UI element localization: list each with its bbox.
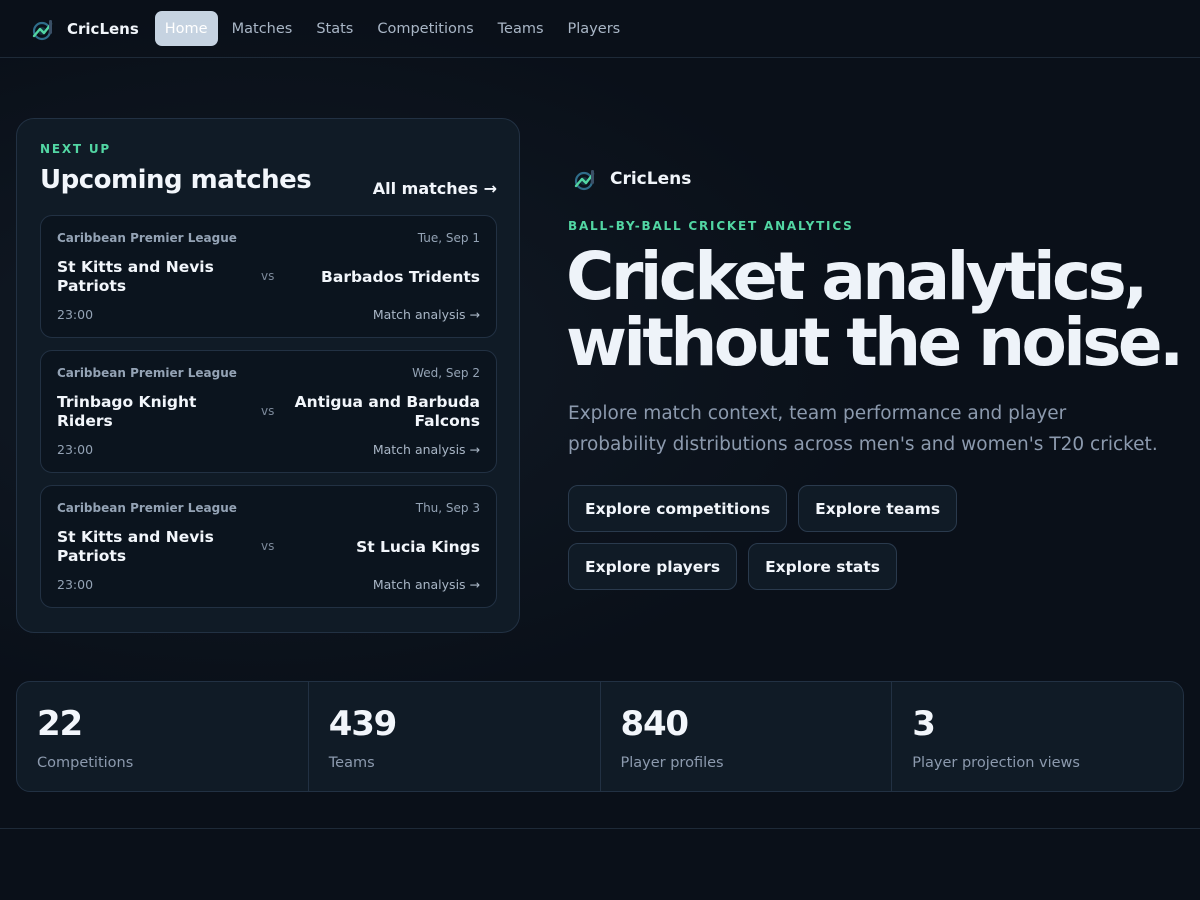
stat-value: 3: [912, 704, 936, 744]
hero-actions: Explore competitions Explore teams Explo…: [568, 485, 1128, 590]
stat-competitions: 22 Competitions: [17, 682, 309, 791]
match-home-team: Trinbago Knight Riders: [57, 393, 197, 430]
stat-teams: 439 Teams: [309, 682, 601, 791]
hero-eyebrow: BALL-BY-BALL CRICKET ANALYTICS: [568, 219, 854, 233]
hero-title: Cricket analytics, without the noise.: [566, 244, 1196, 376]
stat-value: 22: [37, 704, 83, 744]
brand[interactable]: CricLens: [30, 16, 139, 42]
hero-brand-name: CricLens: [610, 169, 692, 189]
all-matches-link[interactable]: All matches →: [373, 179, 497, 198]
match-time: 23:00: [57, 307, 94, 322]
match-date: Tue, Sep 1: [417, 231, 480, 245]
stat-projection-views: 3 Player projection views: [892, 682, 1183, 791]
match-date: Wed, Sep 2: [412, 366, 480, 380]
main-nav: Home Matches Stats Competitions Teams Pl…: [154, 11, 632, 46]
stat-label: Competitions: [37, 755, 134, 771]
criclens-logo-icon: [32, 19, 53, 40]
match-card[interactable]: Caribbean Premier League Thu, Sep 3 St K…: [40, 485, 497, 608]
explore-competitions-button[interactable]: Explore competitions: [568, 485, 788, 532]
match-vs: vs: [261, 404, 275, 418]
stat-value: 439: [328, 704, 398, 744]
match-home-team: St Kitts and Nevis Patriots: [57, 258, 214, 295]
stat-label: Player projection views: [912, 755, 1080, 771]
match-date: Thu, Sep 3: [415, 501, 480, 515]
stats-strip: 22 Competitions 439 Teams 840 Player pro…: [16, 681, 1184, 792]
hero-brand: CricLens: [572, 166, 691, 192]
top-navigation: CricLens Home Matches Stats Competitions…: [0, 0, 1200, 58]
stat-player-profiles: 840 Player profiles: [601, 682, 893, 791]
match-time: 23:00: [57, 577, 94, 592]
match-competition: Caribbean Premier League: [57, 501, 237, 515]
explore-teams-button[interactable]: Explore teams: [798, 485, 958, 532]
match-vs: vs: [261, 269, 275, 283]
stat-value: 840: [620, 704, 690, 744]
explore-players-button[interactable]: Explore players: [568, 543, 738, 590]
stat-label: Teams: [328, 755, 375, 771]
stat-label: Player profiles: [620, 755, 724, 771]
nav-item-competitions[interactable]: Competitions: [367, 11, 483, 46]
criclens-logo-icon: [574, 170, 595, 191]
match-vs: vs: [261, 539, 275, 553]
match-card[interactable]: Caribbean Premier League Wed, Sep 2 Trin…: [40, 350, 497, 473]
explore-stats-button[interactable]: Explore stats: [748, 543, 898, 590]
hero-subtitle: Explore match context, team performance …: [568, 403, 1158, 455]
match-home-team: St Kitts and Nevis Patriots: [57, 528, 214, 565]
match-analysis-link[interactable]: Match analysis →: [373, 307, 480, 322]
match-analysis-link[interactable]: Match analysis →: [373, 577, 480, 592]
match-analysis-link[interactable]: Match analysis →: [373, 442, 480, 457]
nav-item-teams[interactable]: Teams: [488, 11, 554, 46]
brand-name: CricLens: [67, 19, 139, 38]
nav-item-home[interactable]: Home: [154, 11, 218, 46]
upcoming-matches-card: NEXT UP Upcoming matches All matches → C…: [16, 118, 520, 633]
upcoming-title: Upcoming matches: [40, 165, 312, 195]
match-away-team: Barbados Tridents: [321, 267, 480, 286]
nav-item-players[interactable]: Players: [558, 11, 631, 46]
nav-item-matches[interactable]: Matches: [222, 11, 303, 46]
hero-title-line-2: without the noise.: [566, 304, 1184, 381]
match-away-team: Antigua and Barbuda Falcons: [294, 393, 480, 430]
match-competition: Caribbean Premier League: [57, 231, 237, 245]
match-competition: Caribbean Premier League: [57, 366, 237, 380]
match-card[interactable]: Caribbean Premier League Tue, Sep 1 St K…: [40, 215, 497, 338]
upcoming-eyebrow: NEXT UP: [40, 142, 111, 156]
footer-divider: [0, 828, 1200, 829]
nav-item-stats[interactable]: Stats: [306, 11, 363, 46]
match-time: 23:00: [57, 442, 94, 457]
match-away-team: St Lucia Kings: [356, 537, 480, 556]
